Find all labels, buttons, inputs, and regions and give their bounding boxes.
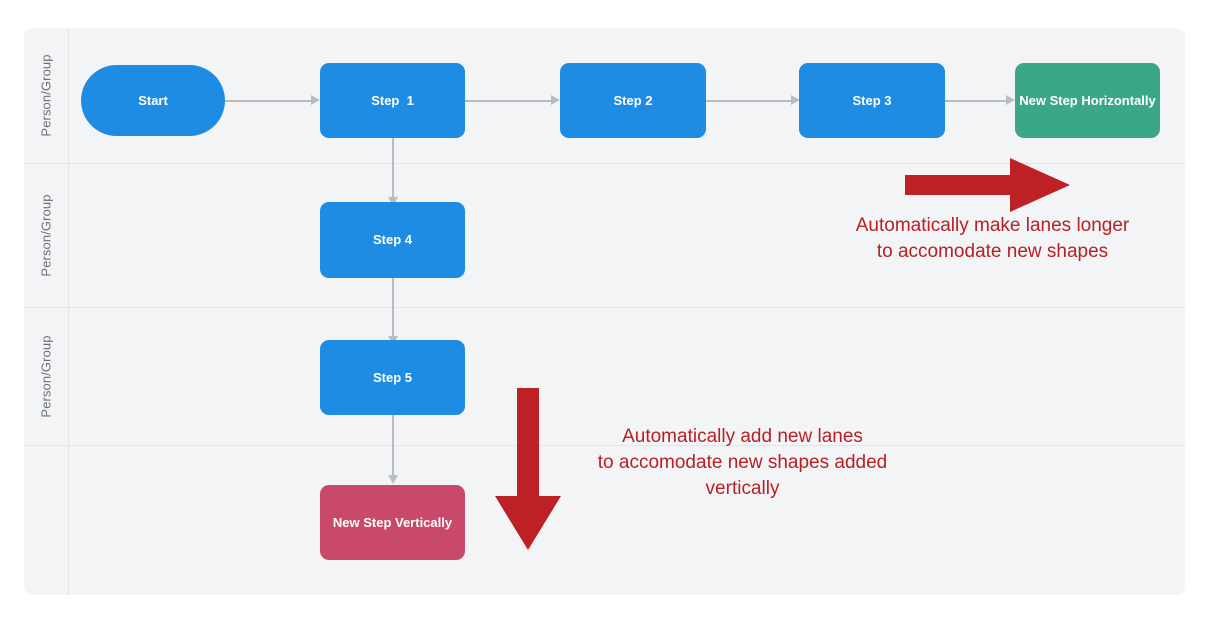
node-step1[interactable]: Step 1 (320, 63, 465, 138)
lane-header-divider-4 (68, 446, 69, 595)
connector-step1-to-step2 (465, 100, 551, 102)
arrowhead-step5-to-newvert (388, 475, 398, 484)
annotation-vertical: Automatically add new lanes to accomodat… (597, 426, 888, 500)
node-new-step-vertically-label: New Step Vertically (332, 514, 453, 530)
node-step1-label: Step 1 (371, 92, 414, 108)
annotation-horizontal: Automatically make lanes longer to accom… (855, 215, 1130, 263)
lane-header-divider-3 (68, 308, 69, 445)
node-step3-label: Step 3 (852, 92, 892, 108)
node-step2-label: Step 2 (613, 92, 653, 108)
red-arrow-right-icon (905, 158, 1070, 212)
node-start-label: Start (138, 92, 168, 108)
node-step4-label: Step 4 (372, 232, 412, 248)
node-start[interactable]: Start (81, 65, 225, 136)
connector-step5-to-newvert (392, 414, 394, 476)
arrowhead-step1-to-step2 (551, 95, 560, 105)
node-step4[interactable]: Step 4 (320, 202, 465, 278)
connector-step1-to-step4 (392, 138, 394, 198)
lane-header-label-1: Person/Group (38, 54, 54, 137)
node-step2[interactable]: Step 2 (560, 63, 706, 138)
arrowhead-start-to-step1 (311, 95, 320, 105)
node-step5-label: Step 5 (372, 369, 412, 385)
connector-step2-to-step3 (706, 100, 791, 102)
lane-header-divider-2 (68, 164, 69, 307)
diagram-canvas: Person/Group Person/Group Person/Group S… (0, 0, 1212, 622)
connector-step4-to-step5 (392, 277, 394, 337)
lane-header-label-3: Person/Group (38, 335, 54, 418)
node-new-step-horizontally[interactable]: New Step Horizontally (1015, 63, 1160, 138)
connector-start-to-step1 (225, 100, 311, 102)
lane-header-2[interactable]: Person/Group (24, 164, 68, 307)
node-step5[interactable]: Step 5 (320, 340, 465, 415)
lane-header-4[interactable] (24, 446, 68, 595)
node-step3[interactable]: Step 3 (799, 63, 945, 138)
node-new-step-vertically[interactable]: New Step Vertically (320, 485, 465, 560)
red-arrow-down-icon (495, 388, 561, 550)
lane-header-divider-1 (68, 28, 69, 163)
node-new-step-horizontally-label: New Step Horizontally (1019, 92, 1156, 108)
arrowhead-step3-to-newhoriz (1006, 95, 1015, 105)
lane-header-label-2: Person/Group (38, 194, 54, 277)
connector-step3-to-newhoriz (945, 100, 1007, 102)
lane-header-1[interactable]: Person/Group (24, 28, 68, 163)
lane-header-3[interactable]: Person/Group (24, 308, 68, 445)
